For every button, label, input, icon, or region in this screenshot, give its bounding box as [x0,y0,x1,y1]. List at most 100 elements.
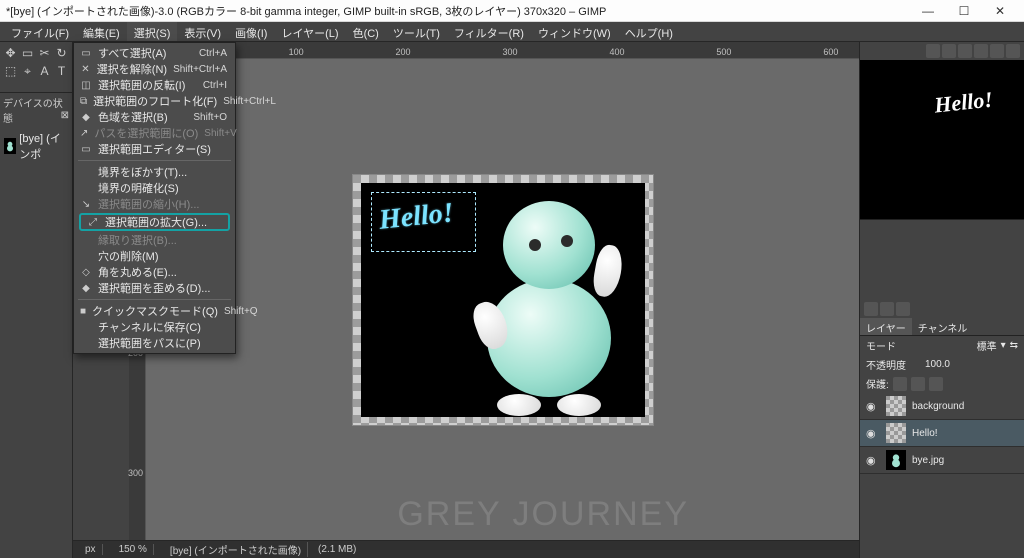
artboard[interactable]: Hello! [353,175,653,425]
eye-icon[interactable]: ◉ [866,427,880,440]
layer-name[interactable]: background [912,401,1018,412]
toolbox: ✥ ▭ ✂ ↻ ⬚ ⌖ A T [0,42,72,82]
mode-value[interactable]: 標準 [977,338,997,353]
ruler-h-tick: 300 [503,47,518,57]
menu-color[interactable]: 色(C) [346,22,386,41]
menu-item-label: 境界をぼかす(T)... [98,164,221,180]
tool-rect[interactable]: ▭ [19,44,36,62]
ruler-h-tick: 500 [716,47,731,57]
window-minimize-button[interactable]: — [910,0,946,22]
menu-file[interactable]: ファイル(F) [4,22,76,41]
menu-item[interactable]: ⤢選択範囲の拡大(G)... [79,213,230,231]
menu-select[interactable]: 選択(S) [127,22,178,41]
tool-text-a[interactable]: A [36,62,53,80]
dock-icon[interactable] [990,44,1004,58]
tool-measure[interactable]: ⌖ [19,62,36,80]
layer-name[interactable]: bye.jpg [912,455,1018,466]
dock-icon[interactable] [926,44,940,58]
menu-item[interactable]: 境界をぼかす(T)... [74,164,235,180]
layer-thumb [886,396,906,416]
open-document-item[interactable]: [bye] (インポ [0,127,72,165]
dock-icon[interactable] [958,44,972,58]
menu-item[interactable]: ◫選択範囲の反転(I)Ctrl+I [74,77,235,93]
menu-tools[interactable]: ツール(T) [386,22,447,41]
lock-alpha-icon[interactable] [929,377,943,391]
dock-icon[interactable] [1006,44,1020,58]
dock-icon[interactable] [942,44,956,58]
menu-item: ↗パスを選択範囲に(O)Shift+V [74,125,235,141]
layer-thumb [886,423,906,443]
ruler-h-tick: 100 [289,47,304,57]
chevron-down-icon[interactable]: ▾ [1001,340,1006,351]
menu-item-shortcut: Ctrl+A [199,48,227,59]
menu-image[interactable]: 画像(I) [228,22,274,41]
menu-item-label: 選択範囲のフロート化(F) [93,93,217,109]
menu-item: ↘選択範囲の縮小(H)... [74,196,235,212]
close-icon[interactable]: ⊠ [61,110,69,121]
menu-window[interactable]: ウィンドウ(W) [531,22,618,41]
device-status-header: デバイスの状態 ⊠ [0,92,72,127]
menu-edit[interactable]: 編集(E) [76,22,127,41]
menu-help[interactable]: ヘルプ(H) [618,22,680,41]
layer-name[interactable]: Hello! [912,428,1018,439]
tool-rotate[interactable]: ↻ [53,44,70,62]
navigation-preview[interactable]: Hello! [860,60,1024,220]
dock-icon[interactable] [974,44,988,58]
lock-pixels-icon[interactable] [893,377,907,391]
menu-item-label: 選択範囲を歪める(D)... [98,280,221,296]
tool-text-t[interactable]: T [53,62,70,80]
menu-item[interactable]: ◇角を丸める(E)... [74,264,235,280]
dock-icon[interactable] [880,302,894,316]
canvas-viewport[interactable]: Hello! GREY JOURNEY [146,59,859,540]
menu-item-icon: ✕ [80,64,91,75]
menu-item-label: 選択範囲エディター(S) [98,141,221,157]
tool-scissors[interactable]: ✂ [36,44,53,62]
menu-item[interactable]: ◆ 選択範囲を歪める(D)... [74,280,235,296]
menu-item[interactable]: チャンネルに保存(C) [74,319,235,335]
menu-item[interactable]: ◆色域を選択(B)Shift+O [74,109,235,125]
tool-move[interactable]: ✥ [2,44,19,62]
menu-item[interactable]: ▭選択範囲エディター(S) [74,141,235,157]
statusbar: px 150 % [bye] (インポートされた画像) (2.1 MB) [73,540,859,558]
eye-icon[interactable]: ◉ [866,400,880,413]
menu-item-icon: ↗ [80,128,88,139]
menu-item[interactable]: 穴の削除(M) [74,248,235,264]
menu-item[interactable]: 境界の明確化(S) [74,180,235,196]
image-content: Hello! [361,183,645,417]
canvas-character [461,201,631,416]
status-unit[interactable]: px [79,544,103,555]
mode-swap-icon[interactable]: ⇆ [1010,340,1018,351]
menu-layer[interactable]: レイヤー(L) [274,22,345,41]
layer-item[interactable]: ◉ Hello! [860,420,1024,447]
menu-select-dropdown: ▭すべて選択(A)Ctrl+A✕選択を解除(N)Shift+Ctrl+A◫選択範… [73,42,236,354]
lock-position-icon[interactable] [911,377,925,391]
dock-icon[interactable] [896,302,910,316]
opacity-value[interactable]: 100.0 [910,359,950,370]
eye-icon[interactable]: ◉ [866,454,880,467]
menu-filters[interactable]: フィルター(R) [447,22,531,41]
status-zoom[interactable]: 150 % [113,544,154,555]
ruler-v-tick: 300 [128,468,143,478]
menu-item[interactable]: ▭すべて選択(A)Ctrl+A [74,45,235,61]
menu-item[interactable]: 選択範囲をパスに(P) [74,335,235,351]
menu-item-shortcut: Shift+Q [224,306,258,317]
tool-crop[interactable]: ⬚ [2,62,19,80]
menu-item[interactable]: ■クイックマスクモード(Q)Shift+Q [74,303,235,319]
window-close-button[interactable]: ✕ [982,0,1018,22]
menu-view[interactable]: 表示(V) [177,22,228,41]
menu-item-label: 選択範囲の縮小(H)... [98,196,221,212]
layer-item[interactable]: ◉ background [860,393,1024,420]
tab-channels[interactable]: チャンネル [912,318,974,335]
dock-icon[interactable] [864,302,878,316]
menu-item-label: 縁取り選択(B)... [98,232,221,248]
document-thumb-icon [4,138,16,154]
menu-item[interactable]: ✕選択を解除(N)Shift+Ctrl+A [74,61,235,77]
tab-layers[interactable]: レイヤー [860,318,912,335]
menu-item[interactable]: ⧉選択範囲のフロート化(F)Shift+Ctrl+L [74,93,235,109]
ruler-horizontal[interactable]: 0 100 200 300 400 500 600 [146,42,859,59]
layer-item[interactable]: ◉ bye.jpg [860,447,1024,474]
menu-item-icon: ▭ [80,48,92,59]
menu-item-icon: ◆ [80,283,92,294]
ruler-h-tick: 600 [823,47,838,57]
window-maximize-button[interactable]: ☐ [946,0,982,22]
